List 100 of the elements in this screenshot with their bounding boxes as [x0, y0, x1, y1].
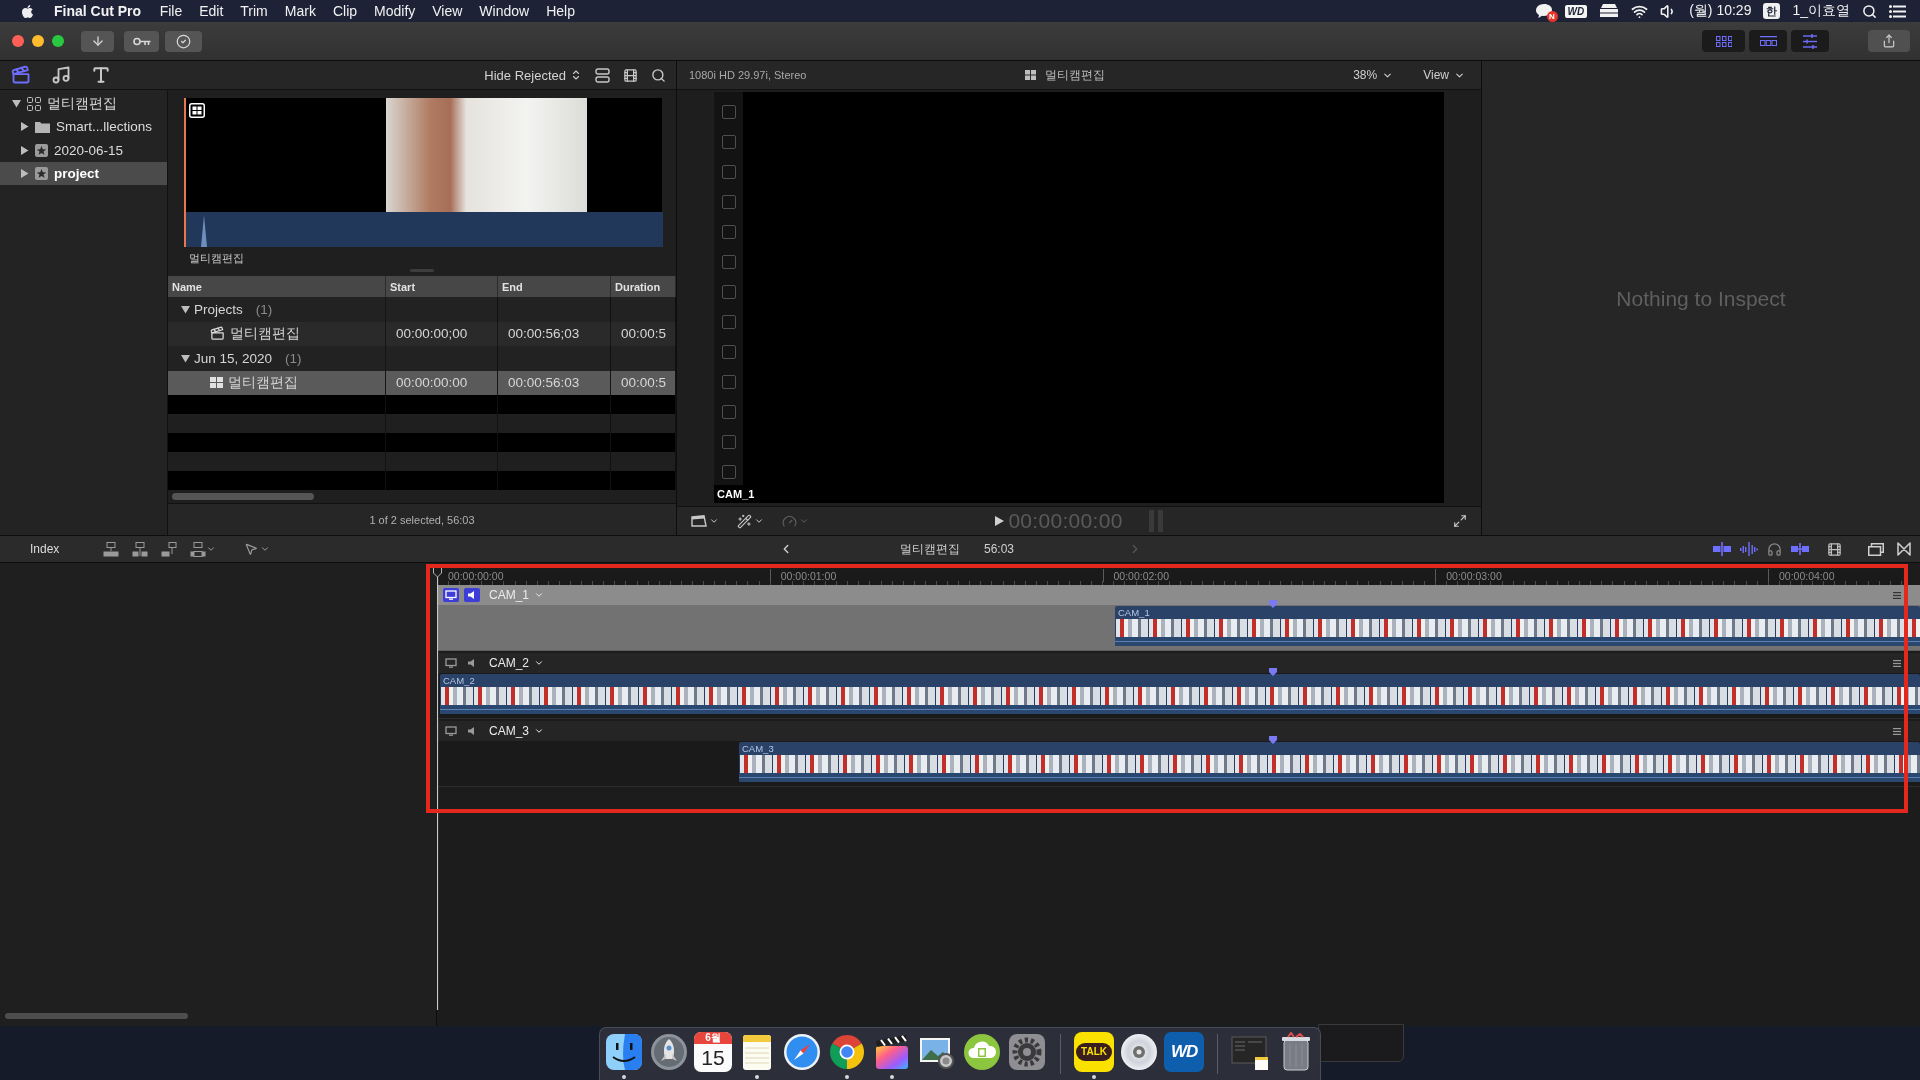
filmstrip-icon[interactable] [1827, 541, 1842, 557]
skimming-icon[interactable] [1713, 542, 1731, 556]
input-source-button[interactable]: 한 [1763, 3, 1781, 19]
keyword-button[interactable] [124, 30, 159, 52]
chevron-down-icon[interactable] [206, 544, 217, 554]
headphones-icon[interactable] [1767, 541, 1782, 557]
drive-menu-button[interactable]: WD [1564, 4, 1588, 18]
play-icon[interactable] [995, 516, 1005, 526]
disclosure-triangle-icon[interactable] [181, 353, 190, 363]
search-icon[interactable] [651, 67, 666, 83]
calendar-app-button[interactable]: 6월 15 [694, 1032, 733, 1072]
hamburger-icon[interactable] [1893, 727, 1901, 735]
disclosure-triangle-icon[interactable] [12, 99, 21, 109]
compass-icon[interactable] [782, 1032, 823, 1072]
music-note-icon[interactable] [51, 65, 71, 85]
angle-menu-button[interactable]: CAM_2 [489, 656, 544, 670]
sidebar-item[interactable]: Smart...llections [0, 115, 167, 139]
fullscreen-icon[interactable] [1453, 514, 1467, 528]
minimize-button[interactable] [32, 35, 44, 47]
share-button[interactable] [1868, 30, 1910, 52]
speaker-icon[interactable] [464, 588, 480, 602]
chat-bubble-icon[interactable] [1534, 3, 1553, 19]
star-tile-icon [35, 143, 48, 157]
menu-item[interactable]: Help [537, 3, 584, 19]
cloud-film-icon[interactable] [962, 1032, 1003, 1072]
format-label: 1080i HD 29.97i, Stereo [689, 69, 807, 81]
scrollbar[interactable] [172, 493, 314, 500]
rocket-icon[interactable] [649, 1032, 689, 1072]
smiling-face-icon[interactable] [604, 1032, 644, 1072]
window-icon[interactable] [1868, 542, 1884, 556]
index-button[interactable]: Index [30, 542, 60, 556]
sidebar-item[interactable]: 멀티캠편집 [0, 92, 167, 116]
sidebar-item[interactable]: 2020-06-15 [0, 138, 167, 162]
import-button[interactable] [81, 30, 114, 52]
menu-item[interactable]: File [151, 3, 191, 19]
menu-item[interactable]: Mark [276, 3, 325, 19]
snapping-icon[interactable] [1791, 542, 1809, 556]
chevron-down-icon[interactable] [754, 516, 764, 526]
sync-marker-icon[interactable] [1268, 736, 1277, 744]
video-clip[interactable]: CAM_1 [1115, 606, 1920, 646]
apple-icon[interactable] [20, 3, 35, 19]
chevron-down-icon[interactable] [260, 544, 271, 554]
timeline-toggle-button[interactable] [1749, 30, 1787, 52]
clip-filmstrip[interactable] [184, 98, 662, 247]
sync-marker-icon[interactable] [1268, 668, 1277, 676]
drive-stack-icon[interactable] [1599, 4, 1620, 18]
inspector-toggle-button[interactable] [1791, 30, 1829, 52]
menu-item[interactable]: Modify [365, 3, 424, 19]
clip-appearance-icon[interactable] [595, 67, 610, 83]
overwrite-edit-icon[interactable] [190, 541, 207, 557]
sidebar-item[interactable]: project [0, 161, 167, 186]
chevron-down-icon[interactable] [709, 516, 719, 526]
waveform-icon[interactable] [1740, 542, 1758, 556]
table-row[interactable]: 멀티캠편집 00:00:00:00 00:00:56:03 00:00:5 [168, 370, 676, 395]
disc-icon[interactable] [1119, 1032, 1160, 1072]
sync-marker-icon[interactable] [1268, 600, 1277, 608]
list-icon[interactable] [1889, 4, 1906, 18]
arrow-pointer-icon[interactable] [244, 542, 259, 556]
menu-clock[interactable]: (월) 10:29 [1689, 2, 1752, 20]
magic-wand-icon[interactable] [737, 513, 752, 529]
disclosure-triangle-icon[interactable] [20, 169, 29, 179]
letter-t-icon[interactable] [91, 65, 111, 85]
view-menu-button[interactable]: View [1423, 68, 1465, 82]
close-button[interactable] [12, 35, 24, 47]
search-icon[interactable] [1862, 3, 1877, 19]
monitor-icon[interactable] [443, 724, 459, 738]
background-tasks-button[interactable] [165, 30, 202, 52]
app-menu[interactable]: Final Cut Pro [54, 3, 142, 19]
frame-icon[interactable] [691, 515, 707, 527]
append-edit-icon[interactable] [161, 541, 178, 557]
gear-icon[interactable] [1007, 1032, 1048, 1072]
table-row[interactable]: 멀티캠편집 00:00:00;00 00:00:56;03 00:00:5 [168, 321, 676, 346]
insert-edit-icon[interactable] [132, 541, 149, 557]
monitor-icon[interactable] [443, 588, 459, 602]
video-clip[interactable]: CAM_3 [739, 742, 1920, 782]
hamburger-icon[interactable] [1893, 659, 1901, 667]
disclosure-triangle-icon[interactable] [20, 145, 29, 155]
video-clip[interactable]: CAM_2 [440, 674, 1920, 714]
scrollbar[interactable] [5, 1013, 188, 1019]
drive-app-button[interactable]: WD [1164, 1032, 1205, 1072]
filter-popup[interactable]: Hide Rejected [484, 67, 582, 83]
connect-edit-icon[interactable] [103, 541, 120, 557]
filmstrip-icon[interactable] [623, 67, 638, 83]
zoom-button[interactable] [52, 35, 64, 47]
menu-item[interactable]: Clip [324, 3, 366, 19]
menu-item[interactable]: Edit [190, 3, 232, 19]
disclosure-triangle-icon[interactable] [181, 304, 190, 314]
browser-toggle-button[interactable] [1702, 30, 1745, 52]
hamburger-icon[interactable] [1893, 591, 1901, 599]
playhead[interactable] [433, 566, 442, 1010]
menu-item[interactable]: Trim [231, 3, 277, 19]
bowtie-icon[interactable] [1897, 542, 1911, 556]
menu-item[interactable]: Window [470, 3, 538, 19]
monitor-icon[interactable] [443, 656, 459, 670]
chat-app-button[interactable]: TALK [1074, 1032, 1115, 1072]
menu-item[interactable]: View [423, 3, 471, 19]
user-menu[interactable]: 1_이효열 [1792, 2, 1850, 20]
zoom-popup[interactable]: 38% [1353, 68, 1394, 82]
angle-menu-button[interactable]: CAM_3 [489, 724, 544, 738]
disclosure-triangle-icon[interactable] [20, 122, 29, 132]
